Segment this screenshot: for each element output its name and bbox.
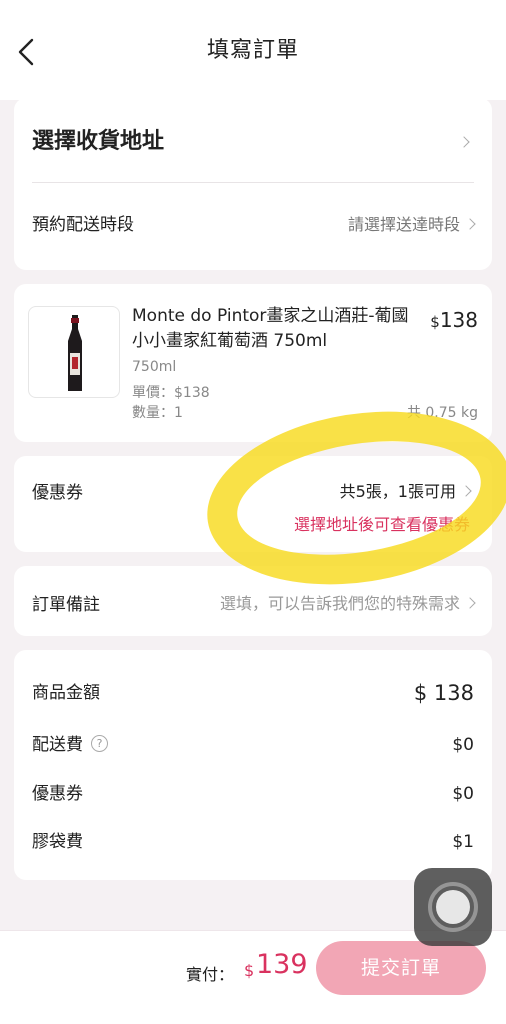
- product-quantity: 數量：1: [132, 405, 183, 421]
- wine-bottle-image: [68, 315, 82, 391]
- coupon-discount-row: 優惠券 $0: [32, 779, 474, 809]
- price-currency: $: [430, 313, 440, 331]
- goods-amount-label: 商品金額: [32, 683, 100, 703]
- coupon-discount-label: 優惠券: [32, 784, 83, 804]
- price-summary-card: 商品金額 $ 138 配送費? $0 優惠券 $0 膠袋費 $1: [14, 650, 492, 880]
- chevron-right-icon: [464, 217, 476, 230]
- product-name: Monte do Pintor畫家之山酒莊-葡國 小小畫家紅葡萄酒 750ml: [132, 306, 409, 351]
- assistive-touch-button[interactable]: [414, 868, 492, 946]
- coupon-label: 優惠券: [32, 483, 83, 503]
- bag-fee-row: 膠袋費 $1: [32, 827, 474, 857]
- pay-amount: 139: [256, 949, 308, 980]
- delivery-time-row[interactable]: 預約配送時段 請選擇送達時段: [32, 210, 476, 240]
- page-title: 填寫訂單: [206, 38, 299, 63]
- divider: [32, 182, 474, 183]
- help-icon[interactable]: ?: [91, 735, 108, 752]
- address-card: 選擇收貨地址 預約配送時段 請選擇送達時段: [14, 98, 492, 270]
- chevron-right-icon: [458, 136, 470, 148]
- remarks-placeholder: 選填，可以告訴我們您的特殊需求: [219, 594, 460, 613]
- price-value: 138: [439, 308, 478, 332]
- goods-amount-value: $ 138: [413, 681, 474, 705]
- remarks-input[interactable]: 選填，可以告訴我們您的特殊需求: [219, 590, 476, 614]
- chevron-right-icon: [464, 596, 476, 609]
- product-size: 750ml: [132, 359, 177, 375]
- product-price: $138: [430, 308, 478, 332]
- coupon-discount-value: $0: [452, 784, 474, 804]
- delivery-time-placeholder: 請選擇送達時段: [347, 215, 460, 234]
- goods-amount-row: 商品金額 $ 138: [32, 678, 474, 708]
- pay-currency: $: [244, 961, 255, 980]
- product-unit-price: 單價：$138: [132, 385, 210, 401]
- product-image: [28, 306, 120, 398]
- delivery-time-value: 請選擇送達時段: [347, 210, 476, 240]
- shipping-fee-value: $0: [452, 735, 474, 755]
- pay-label: 實付：: [186, 965, 235, 984]
- delivery-time-label: 預約配送時段: [32, 215, 134, 235]
- bag-fee-value: $1: [452, 832, 474, 852]
- assistive-touch-dot: [436, 890, 470, 924]
- top-bar: 填寫訂單: [0, 0, 506, 100]
- submit-order-button[interactable]: 提交訂單: [316, 941, 486, 995]
- shipping-fee-label: 配送費: [32, 735, 83, 755]
- select-address-row[interactable]: 選擇收貨地址: [32, 124, 474, 160]
- shipping-fee-row: 配送費? $0: [32, 730, 474, 760]
- address-label: 選擇收貨地址: [32, 129, 165, 154]
- remarks-card[interactable]: 訂單備註 選填，可以告訴我們您的特殊需求: [14, 566, 492, 636]
- bag-fee-label: 膠袋費: [32, 832, 83, 852]
- remarks-label: 訂單備註: [32, 595, 100, 615]
